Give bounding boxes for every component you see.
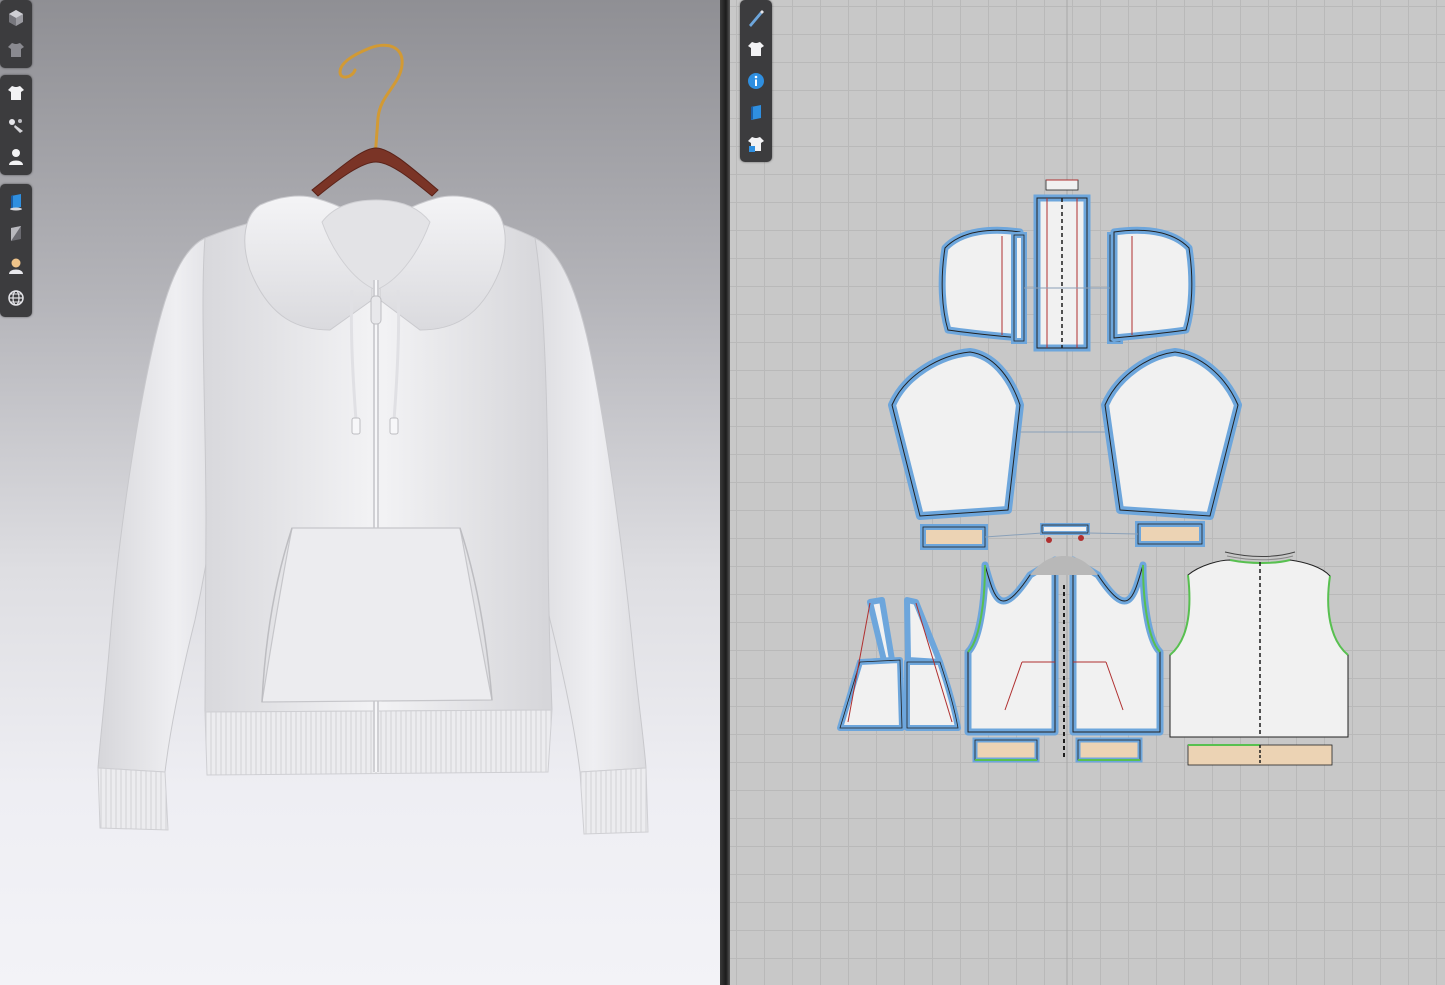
right-cuff-pattern[interactable] (1135, 521, 1205, 547)
garment-display-icon (8, 43, 24, 57)
hood-center-panel[interactable] (1033, 179, 1091, 352)
hood-left-piece[interactable] (938, 226, 1024, 342)
front-right-pattern[interactable] (1069, 556, 1164, 736)
pattern-canvas[interactable] (730, 0, 1445, 985)
zipper-pull (370, 295, 382, 325)
shirt-icon (748, 42, 764, 57)
app-window (0, 0, 1445, 985)
3d-viewport[interactable] (0, 0, 720, 985)
pattern-lock-icon (748, 137, 764, 153)
avatar-button[interactable] (3, 143, 29, 171)
cube-display-icon (9, 10, 23, 26)
garment-display-button[interactable] (3, 36, 29, 64)
right-sleeve-pattern[interactable] (1101, 348, 1242, 520)
shirt-icon (8, 86, 24, 100)
texture-icon (10, 194, 22, 211)
pen-icon (749, 9, 764, 27)
pen-button[interactable] (743, 4, 769, 32)
skin-icon (9, 258, 23, 274)
3d-garment-render[interactable] (0, 0, 720, 985)
fabric-tools-button[interactable] (3, 111, 29, 139)
left-cuff-pattern[interactable] (920, 524, 988, 550)
back-body-pattern[interactable] (1169, 551, 1349, 738)
hanger (311, 43, 439, 197)
pocket-right-pattern[interactable] (904, 597, 961, 731)
front-waistband-right[interactable] (1075, 737, 1143, 763)
hood-left-strip[interactable] (1011, 232, 1027, 344)
skin-button[interactable] (3, 252, 29, 280)
kangaroo-pocket (261, 527, 493, 703)
2d-pattern-viewport[interactable] (730, 0, 1445, 985)
texture-button-2d[interactable] (743, 99, 769, 127)
avatar-icon (9, 149, 23, 165)
shading-button[interactable] (3, 220, 29, 248)
texture-icon (751, 104, 761, 120)
globe-icon (8, 290, 24, 306)
3d-toolbar-render (0, 184, 32, 317)
info-button[interactable] (743, 67, 769, 95)
fabric-tools-icon (9, 119, 23, 133)
left-cuff (97, 767, 169, 831)
3d-toolbar-garment (0, 75, 32, 175)
pocket-left-pattern[interactable] (837, 597, 905, 731)
cube-display-button[interactable] (3, 4, 29, 32)
2d-toolbar (740, 0, 772, 162)
info-icon (748, 72, 764, 89)
right-cuff (579, 767, 649, 835)
shirt-button-2d[interactable] (743, 36, 769, 64)
viewport-splitter[interactable] (720, 0, 730, 985)
front-left-pattern[interactable] (964, 556, 1059, 736)
shading-icon (11, 226, 21, 241)
front-waistband-left[interactable] (972, 737, 1040, 763)
left-sleeve-pattern[interactable] (888, 348, 1024, 520)
3d-toolbar-display (0, 0, 32, 68)
neck-gap (1030, 556, 1098, 575)
globe-button[interactable] (3, 284, 29, 312)
pattern-lock-button[interactable] (743, 130, 769, 158)
texture-button[interactable] (3, 188, 29, 216)
shirt-button[interactable] (3, 79, 29, 107)
zipper-tab-pattern[interactable] (984, 523, 1139, 543)
hood-right-piece[interactable] (1110, 226, 1196, 342)
back-waistband-pattern[interactable] (1187, 744, 1333, 766)
